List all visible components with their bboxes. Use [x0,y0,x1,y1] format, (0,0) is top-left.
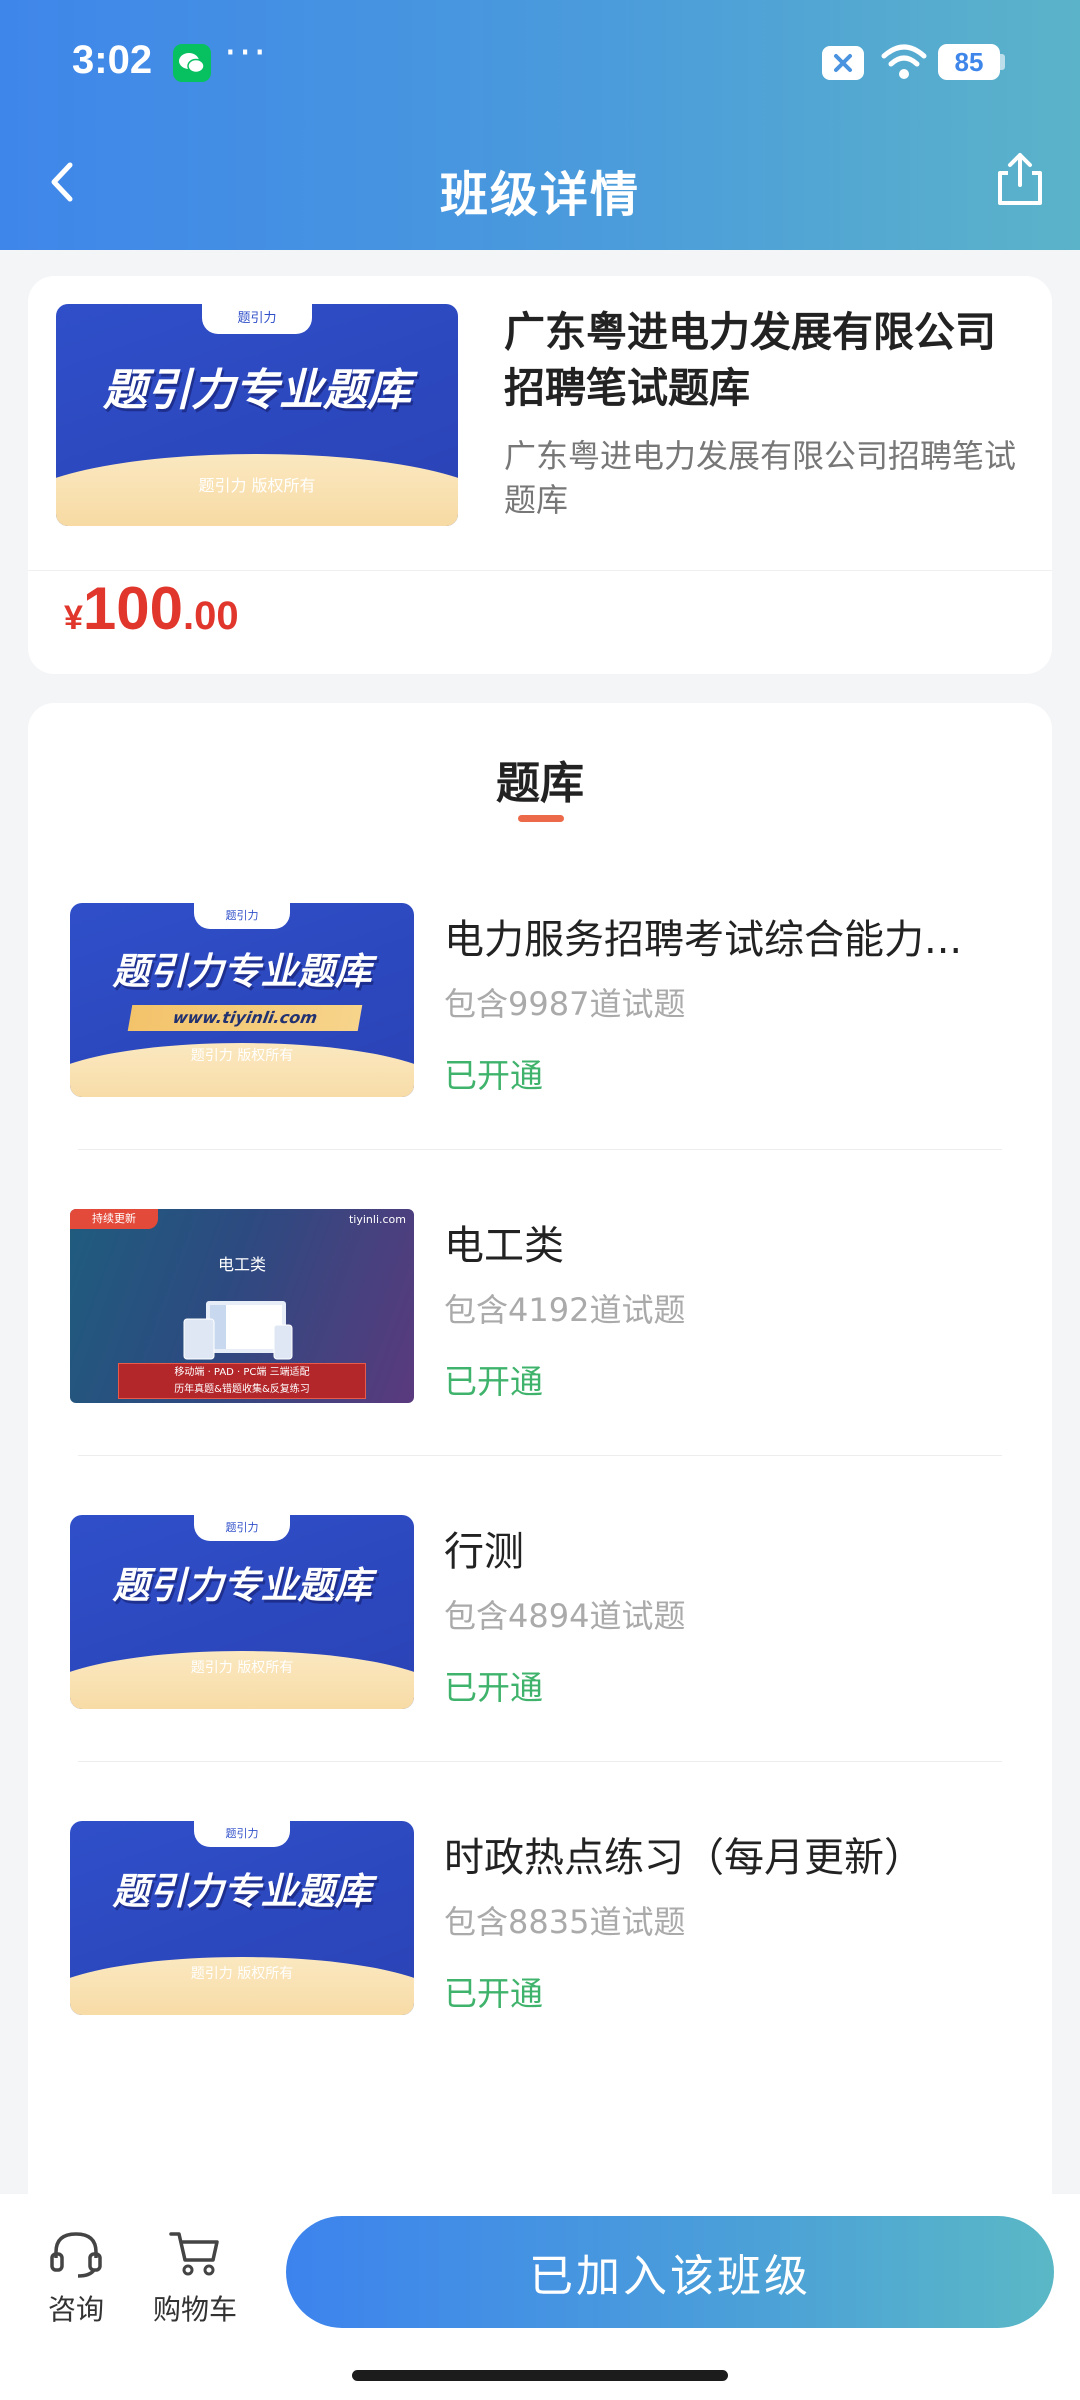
banner-title: 题引力专业题库 [103,365,411,416]
bank-item-status: 已开通 [444,1668,543,1707]
nav-bar: 班级详情 [0,125,1080,245]
share-button[interactable] [990,149,1050,209]
bank-item[interactable]: 题引力 题引力专业题库 题引力 版权所有 时政热点练习（每月更新） 包含8835… [28,1821,1052,2127]
bank-item-status: 已开通 [444,1056,543,1095]
item-divider [78,1761,1002,1762]
devices-illustration [178,1299,308,1363]
header: 3:02 ··· 85 班级详情 [0,0,1080,250]
item-divider [78,1149,1002,1150]
more-dots-icon: ··· [224,30,269,76]
bank-item[interactable]: 题引力 题引力专业题库 题引力 版权所有 行测 包含4894道试题 已开通 [28,1515,1052,1821]
banner-copyright: 题引力 版权所有 [190,1660,294,1676]
product-description: 广东粤进电力发展有限公司招聘笔试题库 [504,437,1017,519]
bank-item-thumbnail: 持续更新 tiyinli.com 电工类 移动端 · PAD · PC端 三端适… [70,1209,414,1403]
banner-tab-text: 题引力 [225,1827,259,1840]
thumb-title: 电工类 [218,1255,267,1274]
joined-class-button[interactable]: 已加入该班级 [286,2216,1054,2328]
banner-url: www.tiyinli.com [127,1005,363,1031]
banner-title: 题引力专业题库 [112,950,372,993]
banner-copyright: 题引力 版权所有 [190,1048,294,1064]
thumb-feature-line-2: 历年真题&错题收集&反复练习 [174,1384,310,1395]
price-integer: 100 [82,575,184,642]
product-name: 广东粤进电力发展有限公司招聘笔试题库 [504,308,996,412]
status-time: 3:02 [72,38,153,82]
home-indicator [352,2370,728,2381]
battery-tip [1000,54,1005,70]
cart-label: 购物车 [152,2293,237,2326]
banner-copyright: 题引力 版权所有 [190,1966,294,1982]
banner-title: 题引力专业题库 [112,1870,372,1913]
page-title: 班级详情 [439,167,640,223]
product-banner: 题引力 题引力专业题库 题引力 版权所有 [56,304,458,526]
banner-tab: 题引力 [194,903,290,929]
bank-item-name: 行测 [444,1529,524,1575]
bank-item-status: 已开通 [444,1362,543,1401]
thumb-site: tiyinli.com [348,1213,406,1226]
wifi-icon [880,42,928,82]
bank-item-thumbnail: 题引力 题引力专业题库 题引力 版权所有 [70,1821,414,2015]
item-divider [78,1455,1002,1456]
consult-label: 咨询 [47,2293,104,2326]
bank-item-count: 包含8835道试题 [444,1903,686,1941]
consult-button[interactable]: 咨询 [36,2228,116,2328]
product-card: 题引力 题引力专业题库 题引力 版权所有 广东粤进电力发展有限公司招聘笔试题库 … [28,276,1052,674]
bottom-bar: 咨询 购物车 已加入该班级 [0,2194,1080,2400]
card-divider [28,570,1052,571]
battery-indicator: 85 [938,44,1000,80]
bank-item-name: 电工类 [444,1223,564,1269]
bank-item-count: 包含4894道试题 [444,1597,686,1635]
status-bar: 3:02 ··· 85 [0,0,1080,125]
bank-item-thumbnail: 题引力 题引力专业题库 www.tiyinli.com 题引力 版权所有 [70,903,414,1097]
banner-tab-text: 题引力 [237,311,277,326]
banner-tab: 题引力 [194,1821,290,1847]
bank-item[interactable]: 题引力 题引力专业题库 www.tiyinli.com 题引力 版权所有 电力服… [28,903,1052,1209]
cart-icon [167,2232,223,2282]
question-bank-section: 题库 题引力 题引力专业题库 www.tiyinli.com 题引力 版权所有 … [28,703,1052,2203]
price-decimal: .00 [183,594,239,638]
bank-item-thumbnail: 题引力 题引力专业题库 题引力 版权所有 [70,1515,414,1709]
section-title-underline [518,815,564,822]
price: ¥100.00 [64,574,239,643]
notification-close-icon [822,46,864,80]
banner-copyright: 题引力 版权所有 [198,476,316,495]
banner-tab: 题引力 [194,1515,290,1541]
headset-icon [48,2232,104,2282]
banner-tab-text: 题引力 [225,909,259,922]
price-symbol: ¥ [64,599,83,637]
bank-item-count: 包含4192道试题 [444,1291,686,1329]
banner-tab-text: 题引力 [225,1521,259,1534]
bank-item[interactable]: 持续更新 tiyinli.com 电工类 移动端 · PAD · PC端 三端适… [28,1209,1052,1515]
thumb-feature-box: 移动端 · PAD · PC端 三端适配 历年真题&错题收集&反复练习 [118,1363,366,1399]
cart-button[interactable]: 购物车 [140,2228,250,2328]
bank-item-status: 已开通 [444,1974,543,2013]
update-badge: 持续更新 [70,1209,158,1229]
bank-item-count: 包含9987道试题 [444,985,686,1023]
thumb-feature-line-1: 移动端 · PAD · PC端 三端适配 [174,1367,310,1378]
section-title: 题库 [496,758,584,809]
bank-item-name: 电力服务招聘考试综合能力... [444,917,963,963]
banner-tab: 题引力 [202,304,312,334]
bank-item-name: 时政热点练习（每月更新） [444,1835,924,1881]
banner-title: 题引力专业题库 [112,1564,372,1607]
wechat-icon [173,44,211,82]
